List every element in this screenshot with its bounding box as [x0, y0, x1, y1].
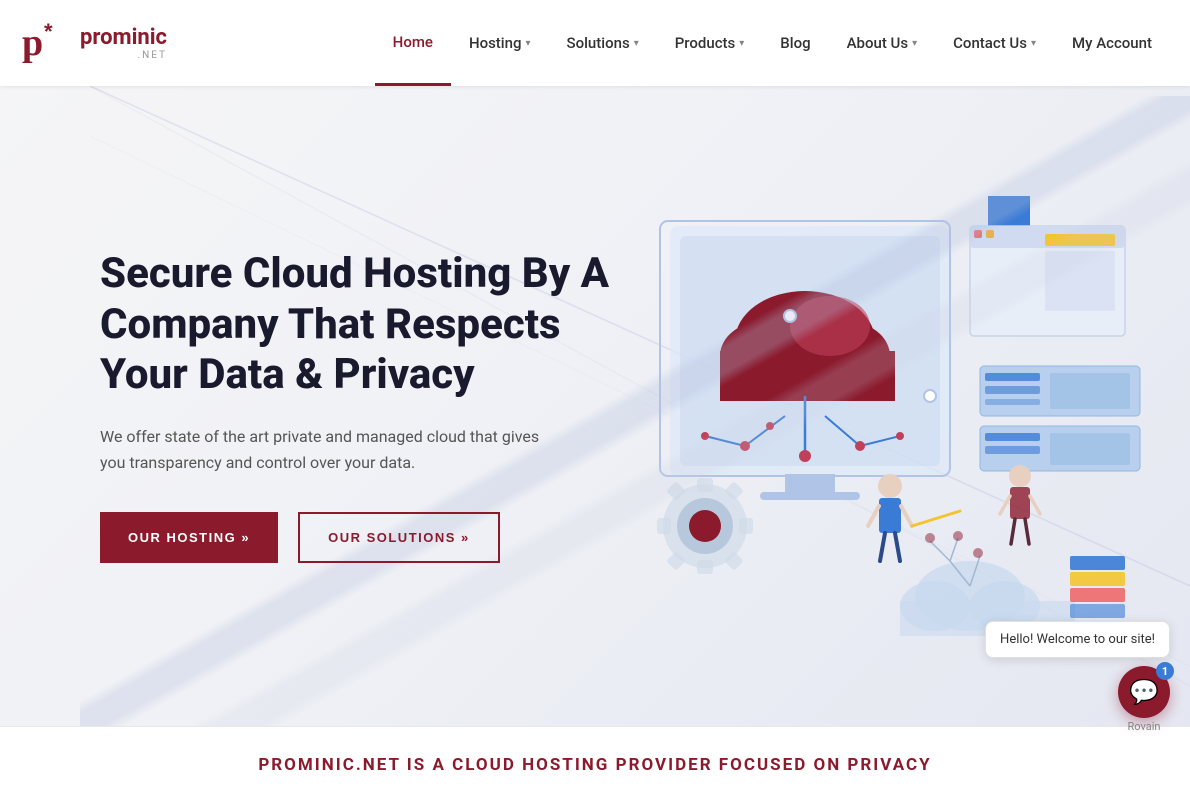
hero-title: Secure Cloud Hosting By A Company That R…	[100, 249, 620, 400]
chevron-down-icon: ▾	[739, 38, 744, 49]
nav-item-solutions[interactable]: Solutions ▾	[549, 0, 657, 86]
logo-text-area: prominic .NET	[80, 25, 167, 61]
hero-subtitle: We offer state of the art private and ma…	[100, 424, 540, 475]
nav-link-products[interactable]: Products ▾	[657, 0, 763, 86]
nav-link-blog[interactable]: Blog	[762, 0, 828, 86]
svg-text:p: p	[22, 22, 43, 64]
nav-link-home[interactable]: Home	[375, 0, 451, 86]
chat-open-button[interactable]: 💬 1	[1118, 666, 1170, 718]
hero-buttons: OUR HOSTING » OUR SOLUTIONS »	[100, 512, 620, 563]
chevron-down-icon: ▾	[912, 38, 917, 49]
chat-icon: 💬	[1129, 678, 1159, 706]
chat-bubble: Hello! Welcome to our site!	[985, 621, 1170, 658]
footer-banner: PROMINIC.NET IS A CLOUD HOSTING PROVIDER…	[0, 726, 1190, 803]
nav-item-account[interactable]: My Account	[1054, 0, 1170, 86]
chat-brand-label: Rovain	[1128, 720, 1161, 733]
nav-item-blog[interactable]: Blog	[762, 0, 828, 86]
navbar: p * prominic .NET Home Hosting ▾ Solutio…	[0, 0, 1190, 86]
chat-widget: Hello! Welcome to our site! 💬 1 Rovain	[985, 621, 1170, 733]
chat-button-area[interactable]: 💬 1 Rovain	[1118, 666, 1170, 733]
chevron-down-icon: ▾	[634, 38, 639, 49]
cloud-server-illustration	[590, 166, 1150, 646]
hero-content: Secure Cloud Hosting By A Company That R…	[100, 249, 620, 562]
logo-icon: p *	[20, 17, 72, 69]
nav-link-solutions[interactable]: Solutions ▾	[549, 0, 657, 86]
nav-item-contact[interactable]: Contact Us ▾	[935, 0, 1054, 86]
nav-link-contact[interactable]: Contact Us ▾	[935, 0, 1054, 86]
nav-item-products[interactable]: Products ▾	[657, 0, 763, 86]
logo-name: prominic	[80, 25, 167, 50]
chat-badge: 1	[1156, 662, 1174, 680]
our-solutions-button[interactable]: OUR SOLUTIONS »	[298, 512, 500, 563]
nav-link-hosting[interactable]: Hosting ▾	[451, 0, 549, 86]
nav-item-about[interactable]: About Us ▾	[829, 0, 936, 86]
svg-text:*: *	[44, 19, 53, 44]
logo-sub: .NET	[80, 50, 167, 61]
nav-item-home[interactable]: Home	[375, 0, 451, 86]
chevron-down-icon: ▾	[525, 38, 530, 49]
hero-illustration	[590, 166, 1150, 646]
our-hosting-button[interactable]: OUR HOSTING »	[100, 512, 278, 563]
logo[interactable]: p * prominic .NET	[20, 17, 200, 69]
nav-link-about[interactable]: About Us ▾	[829, 0, 936, 86]
nav-link-account[interactable]: My Account	[1054, 0, 1170, 86]
footer-banner-text: PROMINIC.NET IS A CLOUD HOSTING PROVIDER…	[60, 755, 1130, 775]
chevron-down-icon: ▾	[1031, 38, 1036, 49]
nav-item-hosting[interactable]: Hosting ▾	[451, 0, 549, 86]
nav-links: Home Hosting ▾ Solutions ▾ Products ▾ Bl…	[375, 0, 1170, 86]
